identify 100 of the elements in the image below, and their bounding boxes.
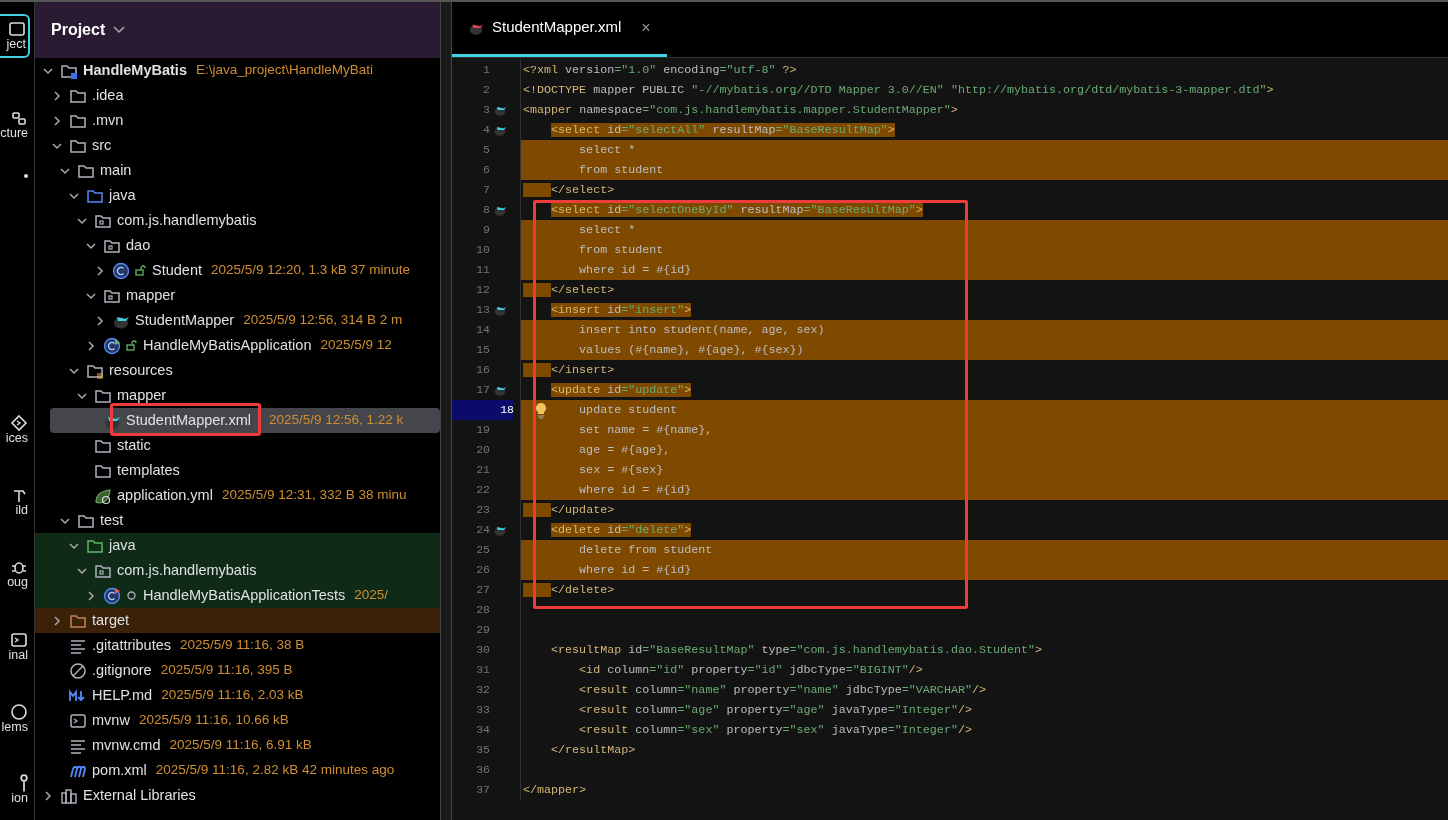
- chevron-right-icon[interactable]: [51, 114, 63, 127]
- tree-item-label: java: [109, 535, 136, 555]
- tree-item-label: main: [100, 160, 132, 180]
- file-info: 2025/5/9 11:16, 10.66 kB: [138, 711, 289, 730]
- structure-icon: [10, 109, 28, 127]
- tree-row[interactable]: mvnw 2025/5/9 11:16, 10.66 kB: [35, 708, 440, 733]
- line-number: 32: [475, 682, 490, 698]
- tool-window-button[interactable]: ices: [0, 410, 30, 450]
- chevron-right-icon[interactable]: [51, 89, 63, 102]
- tree-item-label: StudentMapper: [135, 310, 235, 330]
- tree-row[interactable]: mapper: [35, 283, 440, 308]
- tree-item-label: static: [117, 435, 151, 455]
- tool-window-button[interactable]: lems: [0, 699, 30, 739]
- tree-row[interactable]: HandleMyBatisApplication 2025/5/9 12: [35, 333, 440, 358]
- tree-item-label: Student: [152, 260, 202, 280]
- line-number: 2: [482, 82, 490, 98]
- tree-row[interactable]: dao: [35, 233, 440, 258]
- file-info: 2025/: [354, 586, 389, 605]
- tree-row[interactable]: mvnw.cmd 2025/5/9 11:16, 6.91 kB: [35, 733, 440, 758]
- tree-row[interactable]: main: [35, 158, 440, 183]
- tree-item-label: src: [92, 135, 112, 155]
- code-line: <id column="id" property="id" jdbcType="BIGINT"/>: [578, 662, 924, 679]
- tree-row[interactable]: HELP.md 2025/5/9 11:16, 2.03 kB: [35, 683, 440, 708]
- tree-row[interactable]: application.yml 2025/5/9 12:31, 332 B 38 minu: [35, 483, 440, 508]
- file-info: 2025/5/9 12: [320, 336, 392, 355]
- chevron-right-icon[interactable]: [94, 264, 106, 277]
- tree-row[interactable]: static: [35, 433, 440, 458]
- tree-row[interactable]: resources: [35, 358, 440, 383]
- chevron-right-icon[interactable]: [85, 339, 97, 352]
- code-line: </insert>: [521, 360, 1448, 380]
- code-line: </mapper>: [522, 782, 588, 799]
- line-number: 24: [475, 522, 490, 538]
- tree-row[interactable]: StudentMapper 2025/5/9 12:56, 314 B 2 m: [35, 308, 440, 333]
- chevron-right-icon[interactable]: [51, 614, 63, 627]
- line-number: 31: [475, 662, 490, 678]
- project-icon: [8, 20, 26, 38]
- tree-row[interactable]: Student 2025/5/9 12:20, 1.3 kB 37 minute: [35, 258, 440, 283]
- tree-item-label: mapper: [117, 385, 167, 405]
- line-number: 8: [482, 202, 490, 218]
- chevron-right-icon[interactable]: [42, 789, 54, 802]
- line-number: 6: [482, 162, 490, 178]
- tree-row[interactable]: src: [35, 133, 440, 158]
- file-info: 2025/5/9 11:16, 38 B: [180, 636, 305, 655]
- tree-item-label: mvnw.cmd: [92, 735, 161, 755]
- lightbulb-icon[interactable]: [535, 402, 547, 419]
- tree-row[interactable]: HandleMyBatis E:\java_project\HandleMyBati: [35, 58, 440, 83]
- tree-row[interactable]: .gitattributes 2025/5/9 11:16, 38 B: [35, 633, 440, 658]
- tree-row[interactable]: External Libraries: [35, 783, 440, 808]
- tool-window-button[interactable]: inal: [0, 627, 30, 667]
- line-number: 26: [475, 562, 490, 578]
- tree-row[interactable]: StudentMapper.xml 2025/5/9 12:56, 1.22 k: [50, 408, 440, 433]
- file-info: 2025/5/9 12:20, 1.3 kB 37 minute: [211, 261, 410, 280]
- line-number: 36: [475, 762, 490, 778]
- chevron-down-icon[interactable]: [113, 26, 126, 34]
- tool-window-button[interactable]: ion: [0, 770, 30, 810]
- tree-item-label: .mvn: [92, 110, 124, 130]
- tree-row[interactable]: .mvn: [35, 108, 440, 133]
- line-number: 28: [475, 602, 490, 618]
- tool-window-button[interactable]: ild: [0, 482, 30, 522]
- tool-window-button[interactable]: ject: [0, 14, 30, 58]
- line-number: 4: [482, 122, 490, 138]
- line-number: 3: [482, 102, 490, 118]
- tree-row[interactable]: java: [35, 533, 440, 558]
- code-line: </select>: [521, 180, 1448, 200]
- file-info: 2025/5/9 11:16, 395 B: [160, 661, 293, 680]
- tree-row[interactable]: java: [35, 183, 440, 208]
- panel-title[interactable]: Project: [51, 18, 106, 42]
- line-number: 21: [475, 462, 490, 478]
- file-info: 2025/5/9 11:16, 6.91 kB: [169, 736, 312, 755]
- tree-row[interactable]: target: [35, 608, 440, 633]
- padlock-icon: [126, 340, 137, 351]
- tree-item-label: .idea: [92, 85, 124, 105]
- tree-row[interactable]: .idea: [35, 83, 440, 108]
- tree-item-label: test: [100, 510, 124, 530]
- services-icon: [10, 414, 28, 432]
- line-number: 9: [482, 222, 490, 238]
- chevron-right-icon[interactable]: [94, 314, 106, 327]
- tree-row[interactable]: com.js.handlemybatis: [35, 558, 440, 583]
- tree-row[interactable]: .gitignore 2025/5/9 11:16, 395 B: [35, 658, 440, 683]
- chevron-right-icon[interactable]: [85, 589, 97, 602]
- line-number: 11: [475, 262, 490, 278]
- tree-row[interactable]: pom.xml 2025/5/9 11:16, 2.82 kB 42 minutes ago: [35, 758, 440, 783]
- tree-row[interactable]: com.js.handlemybatis: [35, 208, 440, 233]
- code-line: <resultMap id="BaseResultMap" type="com.js.handlemybatis.dao.Student">: [550, 642, 1044, 659]
- tool-window-button[interactable]: oug: [0, 554, 30, 594]
- tree-item-label: HandleMyBatis: [83, 60, 187, 80]
- tree-item-label: .gitignore: [92, 660, 152, 680]
- code-line: </resultMap>: [550, 742, 637, 759]
- problems-icon: [10, 703, 28, 721]
- tree-row[interactable]: mapper: [35, 383, 440, 408]
- tool-window-button[interactable]: cture: [0, 105, 30, 145]
- tree-row[interactable]: templates: [35, 458, 440, 483]
- tree-row[interactable]: HandleMyBatisApplicationTests 2025/: [35, 583, 440, 608]
- code-line: <result column="sex" property="sex" javaType="Integer"/>: [578, 722, 973, 739]
- tree-item-label: .gitattributes: [92, 635, 171, 655]
- tree-item-label: HandleMyBatisApplication: [143, 335, 312, 355]
- line-number: 35: [475, 742, 490, 758]
- file-info: 2025/5/9 11:16, 2.82 kB 42 minutes ago: [155, 761, 395, 780]
- close-button[interactable]: ×: [641, 15, 651, 40]
- tree-row[interactable]: test: [35, 508, 440, 533]
